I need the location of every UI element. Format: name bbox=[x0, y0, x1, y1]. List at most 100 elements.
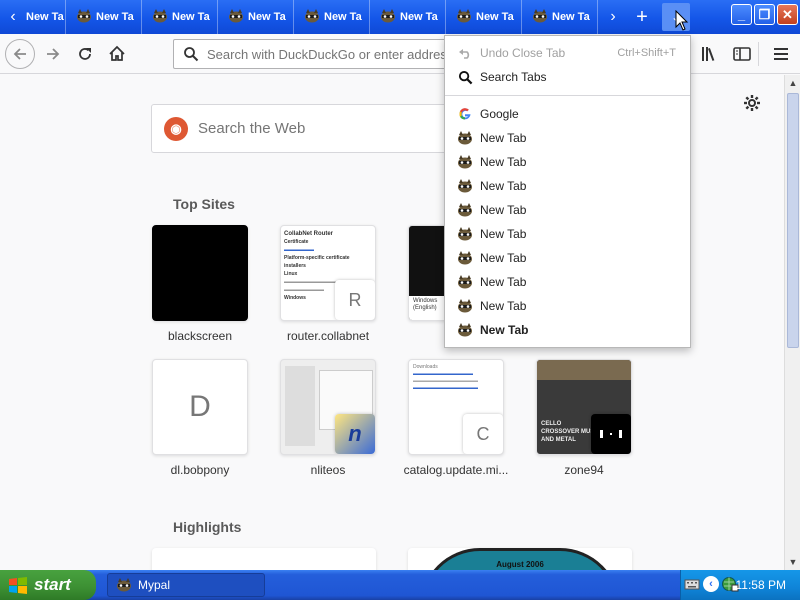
raccoon-icon bbox=[116, 578, 132, 592]
library-button[interactable] bbox=[695, 39, 725, 69]
tab-strip: ‹ New Ta New Ta New Ta New Ta New Ta New… bbox=[0, 0, 800, 34]
menu-tab-item[interactable]: New Tab bbox=[445, 174, 690, 198]
page-scrollbar[interactable]: ▲ ▼ bbox=[784, 75, 800, 570]
menu-tab-item[interactable]: New Tab bbox=[445, 246, 690, 270]
highlights-heading: Highlights bbox=[173, 519, 242, 535]
library-icon bbox=[702, 47, 715, 61]
reload-icon bbox=[79, 48, 91, 60]
menu-separator bbox=[445, 95, 690, 96]
menu-tab-item-google[interactable]: Google bbox=[445, 102, 690, 126]
restore-icon: ❐ bbox=[758, 6, 771, 22]
thumb-heading: Linux bbox=[284, 271, 298, 277]
tab[interactable]: New Ta bbox=[142, 0, 218, 34]
raccoon-icon bbox=[228, 8, 244, 26]
taskbar-item-mypal[interactable]: Mypal bbox=[107, 573, 265, 597]
menu-button[interactable] bbox=[766, 39, 796, 69]
menu-tab-item[interactable]: New Tab bbox=[445, 126, 690, 150]
menu-tab-item[interactable]: New Tab bbox=[445, 294, 690, 318]
undo-close-tab-item[interactable]: Undo Close Tab Ctrl+Shift+T bbox=[445, 41, 690, 65]
menu-tab-item[interactable]: New Tab bbox=[445, 198, 690, 222]
raccoon-icon bbox=[457, 178, 473, 194]
thumb-title: Downloads bbox=[413, 364, 438, 370]
scrollbar-thumb[interactable] bbox=[787, 93, 799, 348]
raccoon-icon bbox=[304, 8, 320, 26]
minimize-button[interactable]: _ bbox=[731, 4, 752, 25]
reload-button[interactable] bbox=[70, 39, 100, 69]
menu-tab-item-selected[interactable]: New Tab bbox=[445, 318, 690, 342]
top-site-tile[interactable]: CELLO CROSSOVER MUSIC AND METAL zone94 bbox=[520, 359, 648, 477]
clock: 11:58 PM bbox=[735, 578, 786, 592]
tab[interactable]: New Ta bbox=[66, 0, 142, 34]
tab[interactable]: New Ta bbox=[522, 0, 598, 34]
forward-button[interactable] bbox=[38, 39, 68, 69]
thumb-heading: Platform-specific certificate installers bbox=[284, 255, 350, 269]
site-letter-badge: R bbox=[335, 280, 375, 320]
top-site-tile[interactable]: D dl.bobpony bbox=[136, 359, 264, 477]
url-input[interactable] bbox=[207, 46, 462, 62]
tab[interactable]: New Ta bbox=[294, 0, 370, 34]
site-letter: R bbox=[348, 289, 362, 310]
tab-list: New Ta New Ta New Ta New Ta New Ta New T… bbox=[26, 0, 600, 34]
site-thumbnail: CollabNet Router Certificate ▬▬▬▬▬▬ Plat… bbox=[280, 225, 376, 321]
tab[interactable]: New Ta bbox=[446, 0, 522, 34]
highlight-caption: August 2006 bbox=[496, 560, 544, 569]
thumb-heading: Certificate bbox=[284, 239, 309, 245]
hamburger-icon bbox=[774, 48, 788, 60]
raccoon-icon bbox=[457, 274, 473, 290]
menu-tab-label: New Tab bbox=[480, 203, 527, 217]
top-site-tile[interactable]: CollabNet Router Certificate ▬▬▬▬▬▬ Plat… bbox=[264, 225, 392, 343]
scroll-up-icon[interactable]: ▲ bbox=[785, 75, 800, 91]
web-search-box[interactable]: ◉ bbox=[151, 104, 451, 153]
tab-scroll-right-button[interactable]: › bbox=[600, 0, 626, 34]
menu-tab-item[interactable]: New Tab bbox=[445, 270, 690, 294]
site-favicon bbox=[591, 414, 631, 454]
new-tab-button[interactable]: + bbox=[628, 3, 656, 31]
tab[interactable]: New Ta bbox=[370, 0, 446, 34]
top-site-tile[interactable]: Downloads ▬▬▬▬▬▬▬▬▬▬▬▬ ▬▬▬▬▬▬▬▬▬▬▬▬▬ ▬▬▬… bbox=[392, 359, 520, 477]
home-button[interactable] bbox=[102, 39, 132, 69]
maximize-button[interactable]: ❐ bbox=[754, 4, 775, 25]
sidebar-icon bbox=[733, 47, 751, 61]
thumb-title: CollabNet Router bbox=[284, 231, 334, 237]
site-thumbnail: n bbox=[280, 359, 376, 455]
start-button[interactable]: start bbox=[0, 570, 96, 600]
menu-tab-item[interactable]: New Tab bbox=[445, 222, 690, 246]
top-site-tile[interactable]: blackscreen bbox=[136, 225, 264, 343]
site-thumbnail: D bbox=[152, 359, 248, 455]
site-label: zone94 bbox=[564, 463, 604, 477]
search-icon bbox=[184, 47, 199, 62]
keyboard-icon[interactable] bbox=[684, 577, 700, 594]
menu-tab-label: New Tab bbox=[480, 131, 527, 145]
tab[interactable]: New Ta bbox=[218, 0, 294, 34]
google-icon bbox=[457, 106, 473, 122]
search-tabs-label: Search Tabs bbox=[480, 70, 547, 84]
web-search-input[interactable] bbox=[198, 120, 438, 137]
search-tabs-item[interactable]: Search Tabs bbox=[445, 65, 690, 89]
tab-label: New Ta bbox=[324, 11, 362, 23]
system-tray: ‹ 11:58 PM bbox=[680, 570, 800, 600]
show-hidden-icons-icon[interactable]: ‹ bbox=[703, 576, 719, 592]
site-label: catalog.update.mi... bbox=[403, 463, 509, 477]
tab-label: New Ta bbox=[476, 11, 514, 23]
mouse-cursor-icon bbox=[675, 10, 689, 31]
menu-tab-label: New Tab bbox=[480, 251, 527, 265]
raccoon-icon bbox=[457, 322, 473, 338]
shortcut-label: Ctrl+Shift+T bbox=[617, 47, 676, 59]
menu-tab-item[interactable]: New Tab bbox=[445, 150, 690, 174]
top-site-tile[interactable]: n nliteos bbox=[264, 359, 392, 477]
raccoon-icon bbox=[76, 8, 92, 26]
tab[interactable]: New Ta bbox=[26, 0, 66, 34]
sidebar-button[interactable] bbox=[727, 39, 757, 69]
tab-scroll-left-button[interactable]: ‹ bbox=[0, 0, 26, 34]
scroll-down-icon[interactable]: ▼ bbox=[785, 554, 800, 570]
url-bar[interactable] bbox=[173, 39, 463, 69]
site-letter: C bbox=[476, 423, 490, 444]
list-all-tabs-menu: Undo Close Tab Ctrl+Shift+T Search Tabs … bbox=[444, 35, 691, 348]
site-label: dl.bobpony bbox=[170, 463, 230, 477]
back-button[interactable] bbox=[5, 39, 35, 69]
search-icon bbox=[457, 69, 473, 85]
close-button[interactable]: ✕ bbox=[777, 4, 798, 25]
duckduckgo-icon: ◉ bbox=[164, 116, 188, 141]
raccoon-icon bbox=[457, 202, 473, 218]
page-settings-button[interactable] bbox=[743, 94, 761, 117]
